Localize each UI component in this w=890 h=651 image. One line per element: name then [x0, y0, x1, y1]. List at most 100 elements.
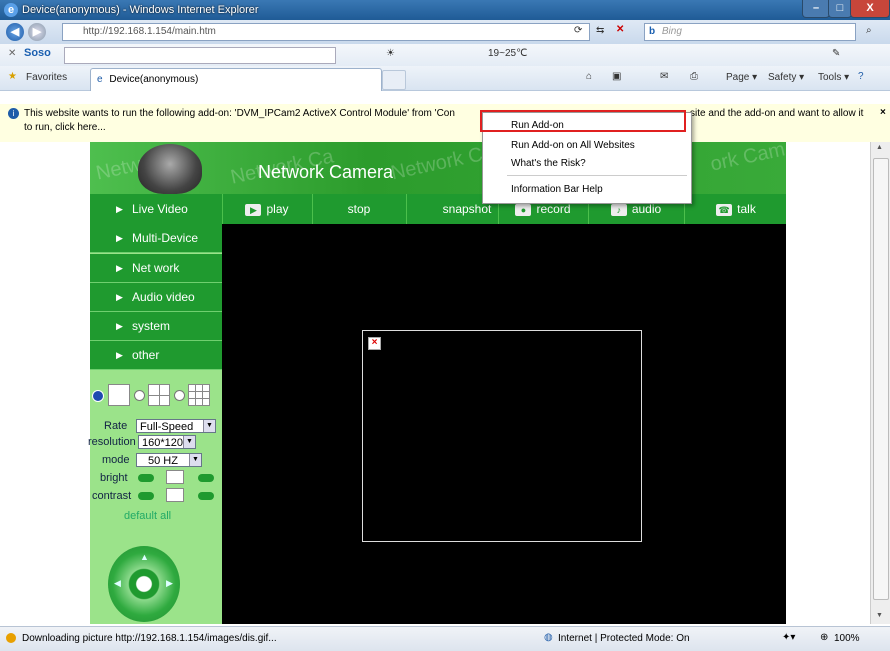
scroll-down-icon[interactable]: ▼ — [876, 612, 883, 619]
info-close-icon[interactable]: × — [880, 107, 886, 118]
favorites-star-icon: ★ — [8, 71, 17, 82]
camera-dome-icon — [138, 144, 202, 194]
weather-text: 19~25℃ — [488, 48, 528, 59]
window-title: Device(anonymous) - Windows Internet Exp… — [22, 4, 259, 16]
contrast-value-box — [166, 488, 184, 502]
information-bar[interactable]: i This website wants to run the followin… — [0, 104, 890, 143]
bright-label: bright — [100, 472, 128, 484]
mode-select[interactable]: 50 HZ ▼ — [136, 453, 202, 467]
play-icon: ▶ — [245, 203, 262, 216]
dropdown-arrow-icon: ▼ — [203, 420, 215, 432]
audio-icon: ♪ — [610, 203, 627, 216]
close-toolbar-icon[interactable]: ✕ — [8, 48, 16, 59]
ptz-left-icon[interactable]: ◀ — [114, 578, 121, 589]
weather-icon: ☀ — [386, 48, 395, 59]
refresh-icon[interactable]: ⟳ — [574, 25, 582, 36]
status-text: Downloading picture http://192.168.1.154… — [22, 633, 277, 644]
menu-whats-the-risk[interactable]: What's the Risk? — [511, 158, 586, 169]
rate-select[interactable]: Full-Speed ▼ — [136, 419, 216, 433]
broken-image-icon: × — [368, 337, 381, 350]
contrast-decrease-button[interactable] — [138, 492, 154, 500]
compat-icon[interactable]: ⇆ — [596, 25, 604, 36]
safety-menu[interactable]: Safety ▾ — [768, 72, 804, 83]
maximize-button[interactable]: □ — [828, 0, 852, 18]
scroll-up-icon[interactable]: ▲ — [876, 144, 883, 151]
dropdown-arrow-icon: ▼ — [183, 436, 195, 448]
ptz-up-icon[interactable]: ▲ — [140, 552, 149, 562]
search-placeholder: Bing — [661, 26, 682, 37]
zoom-level[interactable]: 100% — [834, 633, 860, 644]
menu-other[interactable]: ▶ other — [90, 341, 222, 370]
contrast-increase-button[interactable] — [198, 492, 214, 500]
bright-decrease-button[interactable] — [138, 474, 154, 482]
ptz-control[interactable]: ▲ ◀ ▶ — [108, 546, 180, 622]
print-icon[interactable]: ⎙ — [690, 71, 698, 82]
play-button[interactable]: ▶ play — [222, 194, 311, 224]
forward-button[interactable]: ▶ — [28, 23, 46, 41]
resolution-select[interactable]: 160*120 ▼ — [138, 435, 196, 449]
layout-1-icon — [108, 384, 130, 406]
feeds-icon[interactable]: ▣ — [612, 71, 621, 82]
status-bar: Downloading picture http://192.168.1.154… — [0, 626, 890, 651]
talk-icon: ☎ — [716, 203, 733, 216]
menu-arrow-icon: ▶ — [116, 321, 123, 331]
internet-zone-icon: ◍ — [544, 632, 553, 643]
zoom-icon: ⊕ — [820, 632, 829, 643]
menu-system[interactable]: ▶ system — [90, 312, 222, 341]
back-button[interactable]: ◀ — [6, 23, 24, 41]
tab-title: Device(anonymous) — [109, 74, 199, 85]
close-button[interactable]: X — [850, 0, 890, 18]
help-icon[interactable]: ? — [858, 71, 864, 82]
mode-label: mode — [102, 454, 130, 466]
menu-multi-device[interactable]: ▶ Multi-Device — [90, 224, 222, 253]
layout-4-radio[interactable] — [134, 390, 145, 401]
menu-divider — [507, 175, 687, 176]
address-input[interactable]: http://192.168.1.154/main.htm — [62, 23, 590, 41]
video-frame — [362, 330, 642, 542]
menu-arrow-icon: ▶ — [116, 233, 123, 243]
record-icon: ● — [515, 203, 532, 216]
minimize-button[interactable]: – — [802, 0, 830, 18]
stop-button[interactable]: stop — [312, 194, 405, 224]
header-watermark: Netw — [94, 153, 144, 185]
new-tab-button[interactable] — [382, 70, 406, 90]
zone-settings-icon[interactable]: ✦▾ — [782, 632, 795, 643]
favorites-bar: ★ Favorites e Device(anonymous) ⌂ ▣ ✉ ⎙ … — [0, 66, 890, 91]
soso-search-input[interactable] — [64, 47, 336, 64]
home-icon[interactable]: ⌂ — [586, 71, 592, 82]
soso-tool-icon[interactable]: ✎ — [832, 48, 840, 59]
menu-live-video[interactable]: ▶ Live Video — [90, 194, 222, 225]
tab-favicon-icon: e — [97, 74, 103, 85]
menu-arrow-icon: ▶ — [116, 204, 123, 214]
stop-icon[interactable]: ✕ — [616, 24, 624, 35]
favorites-button[interactable]: Favorites — [26, 72, 67, 83]
contrast-label: contrast — [92, 490, 132, 502]
search-input[interactable]: b Bing — [644, 23, 856, 41]
mail-icon[interactable]: ✉ — [660, 71, 668, 82]
bing-logo-icon: b — [649, 26, 656, 37]
rate-label: Rate — [104, 420, 128, 432]
info-text-end: site and the add-on and want to allow it — [690, 108, 864, 119]
scrollbar-thumb[interactable] — [873, 158, 889, 600]
ptz-right-icon[interactable]: ▶ — [166, 578, 173, 589]
tab-device[interactable]: e Device(anonymous) — [90, 68, 382, 91]
bright-increase-button[interactable] — [198, 474, 214, 482]
layout-9-radio[interactable] — [174, 390, 185, 401]
page-menu[interactable]: Page ▾ — [726, 72, 757, 83]
soso-brand: Soso — [24, 47, 51, 59]
header-title: Network Camera — [258, 162, 394, 182]
layout-9-icon — [188, 384, 210, 406]
menu-audio-video[interactable]: ▶ Audio video — [90, 283, 222, 312]
resolution-label: resolution — [88, 436, 136, 448]
menu-information-bar-help[interactable]: Information Bar Help — [511, 184, 603, 195]
default-all-link[interactable]: default all — [124, 510, 171, 522]
menu-run-addon-all-websites[interactable]: Run Add-on on All Websites — [511, 140, 635, 151]
search-icon[interactable]: ⌕ — [866, 25, 872, 36]
menu-network[interactable]: ▶ Net work — [90, 254, 222, 283]
tools-menu[interactable]: Tools ▾ — [818, 72, 849, 83]
address-toolbar: ◀ ▶ http://192.168.1.154/main.htm ⟳ ⇆ ✕ … — [0, 20, 890, 44]
talk-button[interactable]: ☎ talk — [684, 194, 787, 224]
layout-1-radio[interactable] — [92, 390, 104, 402]
vertical-scrollbar[interactable]: ▲ ▼ — [870, 142, 890, 624]
info-text: This website wants to run the following … — [24, 108, 455, 119]
